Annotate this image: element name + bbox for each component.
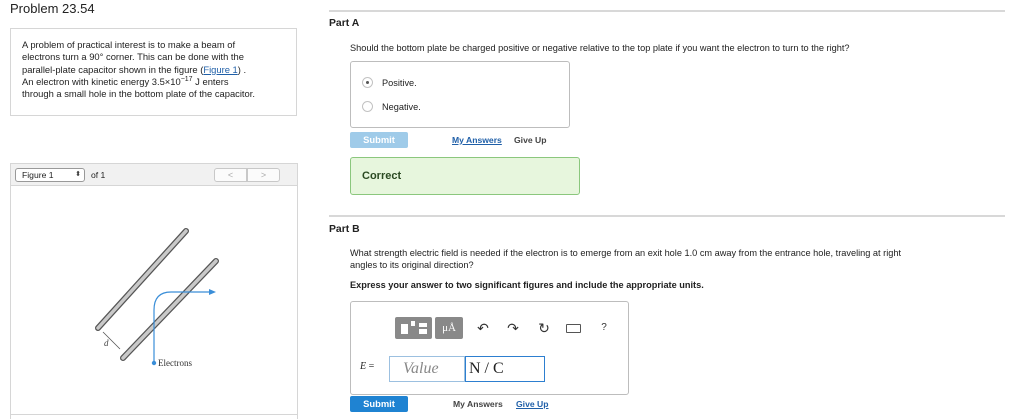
statement-text: parallel-plate capacitor shown in the fi… [22, 63, 204, 75]
trajectory-arrowhead [209, 289, 216, 295]
template-icon [419, 329, 427, 334]
statement-line: An electron with kinetic energy 3.5×10−1… [22, 76, 286, 88]
undo-icon[interactable]: ↶ [475, 317, 491, 339]
figure-count: of 1 [91, 170, 106, 180]
part-b-question-line: angles to its original direction? [350, 260, 474, 270]
units-input[interactable]: N / C [465, 356, 545, 382]
part-a-label: Part A [329, 18, 360, 29]
templates-button[interactable] [395, 317, 432, 339]
statement-line: electrons turn a 90° corner. This can be… [22, 51, 244, 63]
figure-link[interactable]: Figure 1 [203, 64, 237, 75]
problem-statement: A problem of practical interest is to ma… [10, 28, 297, 116]
top-plate [95, 228, 189, 331]
part-b-give-up-link[interactable]: Give Up [516, 399, 548, 409]
statement-line: through a small hole in the bottom plate… [22, 88, 255, 100]
electron-source-dot [151, 360, 157, 366]
part-a-question: Should the bottom plate be charged posit… [350, 43, 850, 53]
part-a-submit-button[interactable]: Submit [350, 132, 408, 148]
problem-title: Problem 23.54 [10, 1, 95, 16]
part-b-instruction: Express your answer to two significant f… [350, 280, 704, 290]
part-b-question-line: What strength electric field is needed i… [350, 248, 902, 258]
keyboard-icon[interactable] [565, 317, 583, 339]
correct-feedback: Correct [350, 157, 580, 195]
template-icon [401, 324, 408, 334]
part-a-divider [329, 10, 1005, 12]
part-b-divider [329, 215, 1005, 217]
figure-panel: Figure 1 ⬍ of 1 < > d Electrons [10, 163, 298, 419]
units-button[interactable]: μÅ [435, 317, 463, 339]
electron-trajectory [153, 291, 209, 363]
figure-toolbar: Figure 1 ⬍ of 1 < > [11, 164, 297, 186]
statement-line: A problem of practical interest is to ma… [22, 39, 236, 50]
reset-icon[interactable]: ↻ [536, 317, 552, 339]
figure-select[interactable]: Figure 1 ⬍ [15, 168, 85, 182]
part-a-my-answers-link[interactable]: My Answers [452, 135, 502, 145]
option-label: Negative. [382, 102, 421, 112]
statement-line: parallel-plate capacitor shown in the fi… [22, 64, 286, 76]
part-b-my-answers-link[interactable]: My Answers [453, 399, 503, 409]
statement-text: An electron with kinetic energy 3.5×10 [22, 75, 181, 87]
template-icon [419, 323, 427, 327]
figure-select-value: Figure 1 [22, 170, 54, 180]
equation-sign: = [366, 361, 375, 372]
figure-next-button[interactable]: > [247, 168, 280, 182]
answer-editor: μÅ ↶ ↷ ↻ ? E = Value N / C [350, 301, 629, 395]
keyboard-shape [566, 324, 581, 333]
exponent: −17 [180, 75, 193, 83]
help-icon[interactable]: ? [596, 317, 612, 339]
part-b-label: Part B [329, 224, 360, 235]
capacitor-figure: d Electrons [95, 228, 219, 368]
option-label: Positive. [382, 78, 417, 88]
figure-divider [10, 414, 298, 415]
value-input[interactable]: Value [389, 356, 465, 382]
statement-text: J enters [192, 75, 229, 87]
answer-options: Positive. Negative. [350, 61, 570, 128]
part-b-submit-button[interactable]: Submit [350, 396, 408, 412]
bottom-plate [120, 258, 219, 361]
distance-label: d [104, 338, 109, 348]
select-arrows-icon: ⬍ [75, 171, 81, 178]
radio-selected[interactable] [362, 77, 373, 88]
statement-text: ) . [237, 63, 247, 75]
redo-icon[interactable]: ↷ [505, 317, 521, 339]
radio-unselected[interactable] [362, 101, 373, 112]
template-icon [411, 321, 415, 326]
equation-label: E = [360, 361, 374, 372]
part-a-give-up-link[interactable]: Give Up [514, 135, 546, 145]
electrons-label: Electrons [158, 358, 192, 368]
figure-prev-button[interactable]: < [214, 168, 247, 182]
